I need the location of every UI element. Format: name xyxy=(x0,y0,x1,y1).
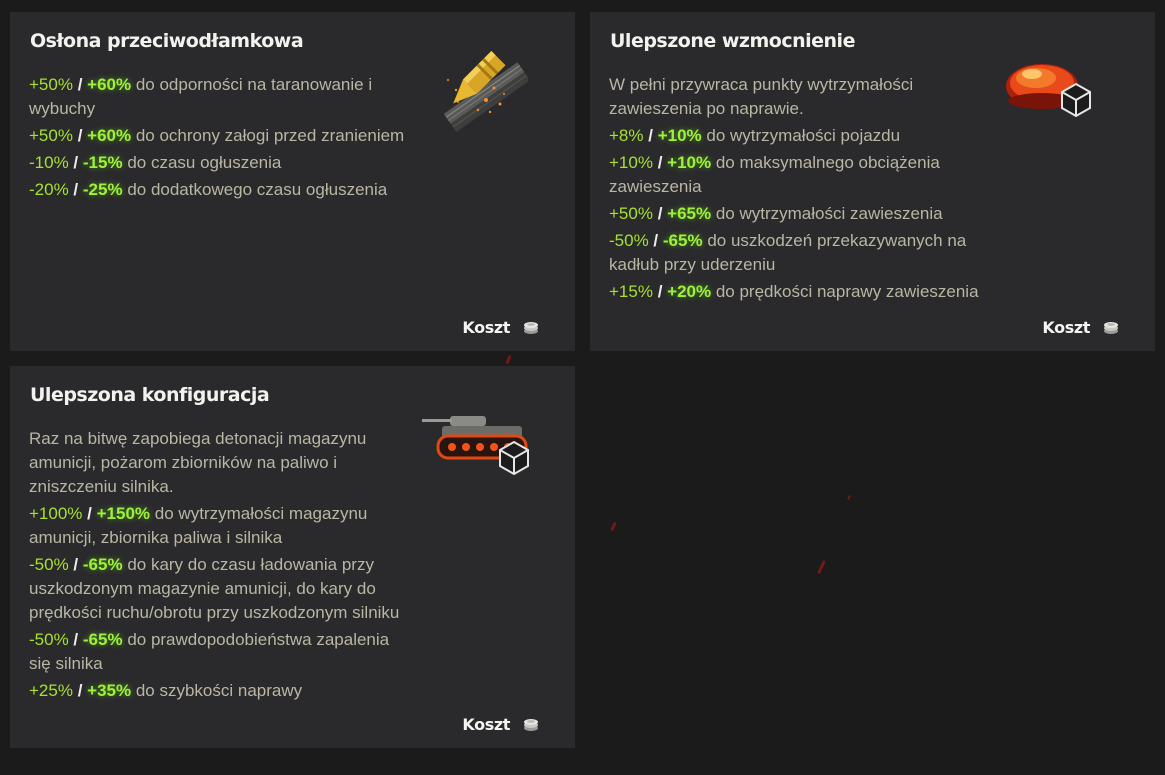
upgraded-value: +10% xyxy=(667,153,712,172)
equipment-card-improved-configuration[interactable]: Ulepszona konfiguracja Raz na bitwę zapo… xyxy=(10,366,575,748)
spall-liner-shell-icon xyxy=(428,40,531,140)
cost-section: Koszt xyxy=(1042,318,1119,337)
cost-section: Koszt xyxy=(462,715,539,734)
equipment-card-improved-suspension[interactable]: Ulepszone wzmocnienie W pełni przywraca … xyxy=(590,12,1155,351)
stat-description: do prędkości naprawy zawieszenia xyxy=(715,282,979,301)
stat-line: +50% / +65% do wytrzymałości zawieszenia xyxy=(609,202,989,226)
card-title: Ulepszone wzmocnienie xyxy=(610,30,855,52)
coin-stack-icon xyxy=(1103,321,1119,335)
upgraded-value: +20% xyxy=(667,282,712,301)
stat-description: do wytrzymałości zawieszenia xyxy=(715,204,943,223)
stat-description: do czasu ogłuszenia xyxy=(127,153,282,172)
base-value: +50% xyxy=(29,126,73,145)
improved-configuration-tank-icon xyxy=(420,406,540,486)
value-separator: / xyxy=(73,555,79,574)
upgraded-value: -15% xyxy=(82,153,123,172)
upgraded-value: -25% xyxy=(82,180,123,199)
ember-decoration xyxy=(817,560,826,574)
cost-label: Koszt xyxy=(462,318,510,337)
stat-description: do dodatkowego czasu ogłuszenia xyxy=(127,180,388,199)
stat-description: do wytrzymałości pojazdu xyxy=(706,126,901,145)
improved-suspension-icon xyxy=(1002,56,1102,131)
base-value: +50% xyxy=(609,204,653,223)
upgraded-value: +60% xyxy=(87,126,132,145)
value-separator: / xyxy=(657,153,663,172)
upgraded-value: +65% xyxy=(667,204,712,223)
base-value: -50% xyxy=(609,231,649,250)
equipment-card-spall-liner[interactable]: Osłona przeciwodłamkowa +50% / +60% do o… xyxy=(10,12,575,351)
base-value: -10% xyxy=(29,153,69,172)
value-separator: / xyxy=(73,180,79,199)
stat-line: +50% / +60% do odporności na taranowanie… xyxy=(29,73,409,121)
stat-line: +10% / +10% do maksymalnego obciążenia z… xyxy=(609,151,989,199)
base-value: +15% xyxy=(609,282,653,301)
upgraded-value: +60% xyxy=(87,75,132,94)
stat-line: -50% / -65% do uszkodzeń przekazywanych … xyxy=(609,229,989,277)
base-value: +8% xyxy=(609,126,644,145)
value-separator: / xyxy=(657,204,663,223)
base-value: -50% xyxy=(29,630,69,649)
stat-line: +50% / +60% do ochrony załogi przed zran… xyxy=(29,124,409,148)
stat-description: do szybkości naprawy xyxy=(135,681,303,700)
coin-stack-icon xyxy=(523,718,539,732)
stat-description: do ochrony załogi przed zranieniem xyxy=(135,126,405,145)
stat-line: -50% / -65% do prawdopodobieństwa zapale… xyxy=(29,628,409,676)
base-value: +100% xyxy=(29,504,83,523)
upgraded-value: -65% xyxy=(82,630,123,649)
stat-line: +8% / +10% do wytrzymałości pojazdu xyxy=(609,124,989,148)
upgraded-value: -65% xyxy=(82,555,123,574)
upgraded-value: +35% xyxy=(87,681,132,700)
value-separator: / xyxy=(657,282,663,301)
stat-line: -50% / -65% do kary do czasu ładowania p… xyxy=(29,553,409,625)
base-value: +50% xyxy=(29,75,73,94)
value-separator: / xyxy=(77,681,83,700)
value-separator: / xyxy=(87,504,92,523)
value-separator: / xyxy=(73,630,79,649)
ember-decoration xyxy=(505,354,512,365)
cost-section: Koszt xyxy=(462,318,539,337)
value-separator: / xyxy=(77,126,83,145)
card-title: Ulepszona konfiguracja xyxy=(30,384,270,406)
stat-line: +25% / +35% do szybkości naprawy xyxy=(29,679,409,703)
base-value: +10% xyxy=(609,153,653,172)
stat-line: -10% / -15% do czasu ogłuszenia xyxy=(29,151,409,175)
value-separator: / xyxy=(77,75,83,94)
upgraded-value: -65% xyxy=(662,231,703,250)
base-value: +25% xyxy=(29,681,73,700)
stat-line: -20% / -25% do dodatkowego czasu ogłusze… xyxy=(29,178,409,202)
upgraded-value: +150% xyxy=(96,504,151,523)
stat-line: +15% / +20% do prędkości naprawy zawiesz… xyxy=(609,280,989,304)
value-separator: / xyxy=(648,126,653,145)
card-description: Raz na bitwę zapobiega detonacji magazyn… xyxy=(29,429,367,496)
cost-label: Koszt xyxy=(1042,318,1090,337)
ember-decoration xyxy=(847,494,851,501)
base-value: -20% xyxy=(29,180,69,199)
card-title: Osłona przeciwodłamkowa xyxy=(30,30,304,52)
card-description: W pełni przywraca punkty wytrzymałości z… xyxy=(609,75,914,118)
coin-stack-icon xyxy=(523,321,539,335)
value-separator: / xyxy=(73,153,79,172)
value-separator: / xyxy=(653,231,659,250)
stat-line: +100% / +150% do wytrzymałości magazynu … xyxy=(29,502,409,550)
ember-decoration xyxy=(610,521,617,532)
cost-label: Koszt xyxy=(462,715,510,734)
upgraded-value: +10% xyxy=(657,126,702,145)
base-value: -50% xyxy=(29,555,69,574)
